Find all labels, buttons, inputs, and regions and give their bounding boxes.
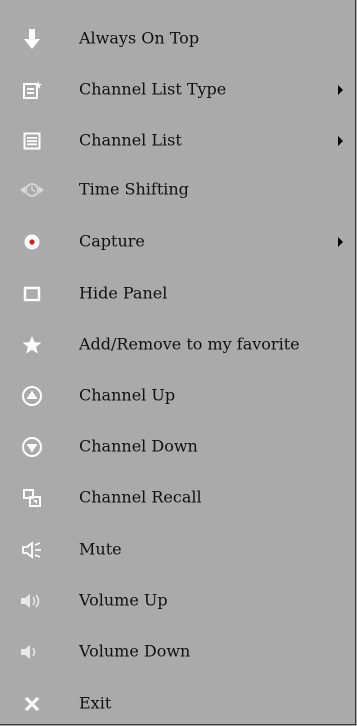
- menu-item-mute[interactable]: Mute: [0, 530, 355, 570]
- capture-icon: [18, 228, 46, 256]
- menu-item-label: Volume Up: [79, 590, 168, 610]
- channel-recall-icon: [18, 484, 46, 512]
- menu-item-capture[interactable]: Capture: [0, 222, 355, 262]
- menu-item-label: Volume Down: [79, 641, 191, 661]
- menu-item-channel-list[interactable]: Channel List: [0, 121, 355, 161]
- volume-up-icon: [18, 587, 46, 615]
- channel-list-type-icon: [18, 76, 46, 104]
- menu-item-label: Capture: [79, 231, 145, 251]
- menu-item-label: Add/Remove to my favorite: [79, 334, 300, 354]
- submenu-arrow-icon: [338, 85, 343, 95]
- menu-item-label: Channel Recall: [79, 487, 202, 507]
- menu-item-label: Channel Down: [79, 436, 198, 456]
- channel-down-icon: [18, 433, 46, 461]
- menu-item-channel-up[interactable]: Channel Up: [0, 376, 355, 416]
- submenu-arrow-icon: [338, 237, 343, 247]
- menu-item-always-on-top[interactable]: Always On Top: [0, 19, 355, 59]
- menu-item-label: Mute: [79, 539, 122, 559]
- menu-item-hide-panel[interactable]: Hide Panel: [0, 274, 355, 314]
- menu-item-label: Always On Top: [79, 28, 200, 48]
- menu-item-label: Hide Panel: [79, 283, 168, 303]
- menu-item-label: Channel Up: [79, 385, 176, 405]
- menu-item-volume-down[interactable]: Volume Down: [0, 632, 355, 672]
- menu-item-channel-list-type[interactable]: Channel List Type: [0, 70, 355, 110]
- context-menu: Always On Top Channel List Type Channel …: [0, 0, 356, 725]
- down-arrow-icon: [18, 25, 46, 53]
- menu-item-favorite[interactable]: Add/Remove to my favorite: [0, 325, 355, 365]
- time-shifting-icon: [18, 176, 46, 204]
- menu-item-volume-up[interactable]: Volume Up: [0, 581, 355, 621]
- menu-item-label: Exit: [79, 693, 112, 713]
- volume-down-icon: [18, 638, 46, 666]
- submenu-arrow-icon: [338, 136, 343, 146]
- menu-item-exit[interactable]: Exit: [0, 684, 355, 724]
- channel-up-icon: [18, 382, 46, 410]
- close-icon: [18, 690, 46, 718]
- menu-item-channel-down[interactable]: Channel Down: [0, 427, 355, 467]
- menu-item-label: Channel List Type: [79, 79, 227, 99]
- menu-item-time-shifting[interactable]: Time Shifting: [0, 170, 355, 210]
- menu-item-channel-recall[interactable]: Channel Recall: [0, 478, 355, 518]
- hide-panel-icon: [18, 280, 46, 308]
- list-icon: [18, 127, 46, 155]
- menu-item-label: Time Shifting: [79, 179, 189, 199]
- menu-item-label: Channel List: [79, 130, 182, 150]
- star-icon: [18, 331, 46, 359]
- mute-icon: [18, 536, 46, 564]
